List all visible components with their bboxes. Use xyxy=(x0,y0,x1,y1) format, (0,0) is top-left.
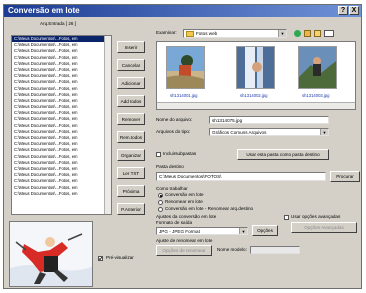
input-files-header: Arq.Entrada [ 26 ] xyxy=(40,21,77,26)
template-name-input[interactable] xyxy=(250,246,300,254)
advanced-options-button[interactable]: Opções Avançadas xyxy=(291,222,357,233)
file-name-input[interactable]: sh1314075.jpg xyxy=(209,116,329,124)
side-button-0[interactable]: Inserir xyxy=(117,41,145,53)
output-format-label: Formato de saída xyxy=(156,220,193,225)
file-type-label: Arquivos do tipo: xyxy=(156,129,191,134)
file-rows: C:\Meus Documentos\...Fotos, em C:\Meus D… xyxy=(12,36,111,197)
input-file-list[interactable]: C:\Meus Documentos\...Fotos, em C:\Meus D… xyxy=(11,35,112,215)
mode-radio-batch-convert[interactable] xyxy=(158,193,163,198)
back-icon[interactable] xyxy=(294,30,301,37)
dest-folder-input[interactable]: C:\Meus Documentos\FOTOS\ xyxy=(156,172,326,181)
output-format-dropdown[interactable]: JPG - JPEG Format ▼ xyxy=(156,227,248,235)
thumbnail-1-caption: sh1314001.jpg xyxy=(170,93,198,98)
preview-checkbox[interactable] xyxy=(98,256,103,261)
thumbnail-3[interactable] xyxy=(298,46,337,89)
look-in-dropdown[interactable]: Fotos web ▼ xyxy=(183,29,287,38)
file-type-value: Gráficos Comuns Arquivos xyxy=(212,130,267,135)
dest-folder-label: Pasta destino xyxy=(156,164,184,169)
rename-settings-label: Ajuste de renomear em lote xyxy=(156,238,213,243)
include-subfolders-checkbox[interactable] xyxy=(156,152,161,157)
file-name-label: Nome do arquivo: xyxy=(156,117,193,122)
browse-button[interactable]: Procurar xyxy=(330,171,360,182)
format-options-button[interactable]: Opções xyxy=(252,225,278,236)
thumbnail-1-image xyxy=(167,47,204,88)
file-type-dropdown[interactable]: Gráficos Comuns Arquivos ▼ xyxy=(209,128,329,136)
include-subfolders-label: Incluirsubpastas xyxy=(163,151,197,156)
thumbnail-2[interactable] xyxy=(236,46,275,89)
thumbnail-1[interactable] xyxy=(166,46,205,89)
mode-label-convert-rename: Conversão em lote - Renomear arq.destino xyxy=(165,206,254,211)
side-button-5[interactable]: Rem.todos xyxy=(117,131,145,143)
list-scrollbar[interactable] xyxy=(104,36,111,214)
new-folder-icon[interactable] xyxy=(314,30,321,37)
chevron-down-icon: ▼ xyxy=(278,30,286,37)
side-button-3[interactable]: Add todos xyxy=(117,95,145,107)
template-name-label: Nome modelo: xyxy=(217,247,247,252)
advanced-options-label: Usar opções avançadas xyxy=(291,214,341,219)
thumbnail-2-image xyxy=(237,47,274,88)
thumbnail-scrollbar[interactable] xyxy=(157,102,355,109)
preview-photo xyxy=(10,222,92,286)
chevron-down-icon: ▼ xyxy=(320,129,328,135)
look-in-label: Examinar: xyxy=(156,30,177,35)
look-in-value: Fotos web xyxy=(196,31,218,36)
up-folder-icon[interactable] xyxy=(304,30,311,37)
help-button[interactable]: ? xyxy=(338,6,348,15)
side-button-1[interactable]: Cancelar xyxy=(117,59,145,71)
side-button-8[interactable]: Próxima xyxy=(117,185,145,197)
mode-radio-batch-rename[interactable] xyxy=(158,200,163,205)
use-as-destination-button[interactable]: Usar esta pasta como pasta destino xyxy=(237,149,329,160)
side-button-6[interactable]: Organizar xyxy=(117,149,145,161)
view-menu-icon[interactable] xyxy=(324,30,334,37)
list-item[interactable]: C:\Meus Documentos\...Fotos, em xyxy=(12,191,111,197)
folder-icon xyxy=(186,30,194,37)
chevron-down-icon: ▼ xyxy=(239,228,247,234)
close-button[interactable]: X xyxy=(349,6,359,15)
batch-conversion-window: Conversão em lote ? X Arq.Entrada [ 26 ]… xyxy=(3,4,362,289)
mode-label-batch-convert: Conversão em lote xyxy=(165,192,204,197)
thumbnail-2-caption: sh1314002.jpg xyxy=(240,93,268,98)
window-title: Conversão em lote xyxy=(8,6,80,15)
mode-label-batch-rename: Renomear em lote xyxy=(165,199,203,204)
side-button-4[interactable]: Remover xyxy=(117,113,145,125)
mode-radio-convert-rename[interactable] xyxy=(158,207,163,212)
output-format-value: JPG - JPEG Format xyxy=(159,229,200,234)
rename-options-button[interactable]: Opções de renomear xyxy=(156,245,212,256)
side-button-2[interactable]: Adicionar xyxy=(117,77,145,89)
thumbnail-pane: sh1314001.jpg sh1314002.jpg sh1314003.jp… xyxy=(156,41,356,110)
preview-label: Pré-visualizar xyxy=(106,255,134,260)
thumbnail-3-caption: sh1314003.jpg xyxy=(302,93,330,98)
check-icon xyxy=(99,257,102,260)
title-bar: Conversão em lote ? X xyxy=(4,5,361,17)
side-button-9[interactable]: P.Anterior xyxy=(117,203,145,215)
advanced-options-checkbox[interactable] xyxy=(284,215,289,220)
preview-image xyxy=(9,221,93,287)
side-button-7[interactable]: Ler TXT xyxy=(117,167,145,179)
thumbnail-3-image xyxy=(299,47,336,88)
